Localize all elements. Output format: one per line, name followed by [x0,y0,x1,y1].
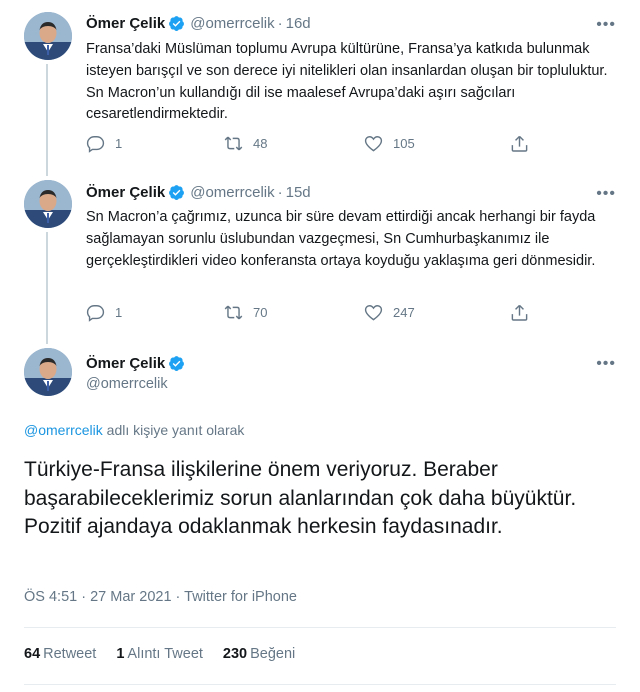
like-count: 105 [393,136,415,151]
main-author-name-row: Ömer Çelik [86,355,185,372]
author-handle[interactable]: @omerrcelik [190,15,274,32]
retweet-button[interactable]: 70 [224,303,267,322]
tweet-header: Ömer Çelik @omerrcelik · 15d [86,182,311,202]
tweet-text: Sn Macron’a çağrımız, uzunca bir süre de… [86,209,596,269]
tweet-actions: 1 70 247 [86,303,556,325]
like-stat-label: Beğeni [250,646,296,662]
author-handle[interactable]: @omerrcelik [86,376,168,392]
retweet-icon [224,305,243,320]
like-count: 247 [393,305,415,320]
reply-context-text: adlı kişiye yanıt olarak [102,422,245,438]
reply-context: @omerrcelik adlı kişiye yanıt olarak [24,422,244,438]
author-handle[interactable]: @omerrcelik [190,184,274,201]
share-button[interactable] [510,134,539,153]
tweet-source-link[interactable]: Twitter for iPhone [184,589,297,605]
avatar[interactable] [24,12,72,60]
avatar[interactable] [24,180,72,228]
retweet-stat-count: 64 [24,646,41,662]
separator-dot: · [175,589,185,605]
separator-dot: · [277,183,283,201]
like-button[interactable]: 247 [364,303,415,322]
retweet-count: 48 [253,136,268,151]
verified-badge-icon [169,15,185,31]
retweet-stat-label: Retweet [43,646,97,662]
share-button[interactable] [510,303,539,322]
quote-stat[interactable]: 1 Alıntı Tweet [116,646,203,662]
reply-count: 1 [115,136,123,151]
tweet-time[interactable]: 15d [286,184,311,201]
engagement-stats: 64 Retweet 1 Alıntı Tweet 230 Beğeni [24,646,315,662]
more-icon[interactable]: ••• [596,17,616,33]
retweet-icon [224,136,243,151]
tweet-meta: ÖS 4:51 · 27 Mar 2021 · Twitter for iPho… [24,589,297,605]
reply-count: 1 [115,305,123,320]
author-name[interactable]: Ömer Çelik [86,184,165,201]
verified-badge-icon [169,184,185,200]
reply-button[interactable]: 1 [86,134,122,153]
retweet-button[interactable]: 48 [224,134,267,153]
thread-tweet-2[interactable]: Ömer Çelik @omerrcelik · 15d ••• Sn Macr… [0,172,640,342]
main-tweet-text: Türkiye-Fransa ilişkilerine önem veriyor… [24,458,577,539]
thread-tweet-1[interactable]: Ömer Çelik @omerrcelik · 16d ••• Fransa’… [0,0,640,172]
more-icon[interactable]: ••• [596,186,616,202]
retweet-count: 70 [253,305,268,320]
author-name[interactable]: Ömer Çelik [86,355,165,372]
divider [24,627,616,628]
tweet-header: Ömer Çelik @omerrcelik · 16d [86,13,311,33]
like-stat[interactable]: 230 Beğeni [223,646,295,662]
divider [24,684,616,685]
like-stat-count: 230 [222,646,248,662]
share-icon [511,304,528,321]
retweet-stat[interactable]: 64 Retweet [24,646,96,662]
tweet-timestamp-link[interactable]: ÖS 4:51 · 27 Mar 2021 [24,589,172,605]
tweet-text: Fransa’daki Müslüman toplumu Avrupa kült… [86,41,608,123]
share-icon [511,135,528,152]
verified-badge-icon [169,356,185,371]
heart-icon [364,305,383,321]
avatar[interactable] [24,348,72,396]
tweet-time: ÖS 4:51 [24,589,78,605]
reply-to-handle-link[interactable]: @omerrcelik [24,422,103,438]
more-icon[interactable]: ••• [596,356,616,372]
like-button[interactable]: 105 [364,134,415,153]
heart-icon [364,136,383,152]
tweet-time[interactable]: 16d [286,15,311,32]
reply-button[interactable]: 1 [86,303,122,322]
quote-stat-label: Alıntı Tweet [127,646,203,662]
author-name[interactable]: Ömer Çelik [86,15,165,32]
tweet-date: 27 Mar 2021 [90,589,172,605]
reply-icon [86,305,105,322]
reply-icon [86,136,105,153]
quote-stat-count: 1 [116,646,125,662]
separator-dot: · [277,14,283,32]
tweet-actions: 1 48 105 [86,134,556,156]
